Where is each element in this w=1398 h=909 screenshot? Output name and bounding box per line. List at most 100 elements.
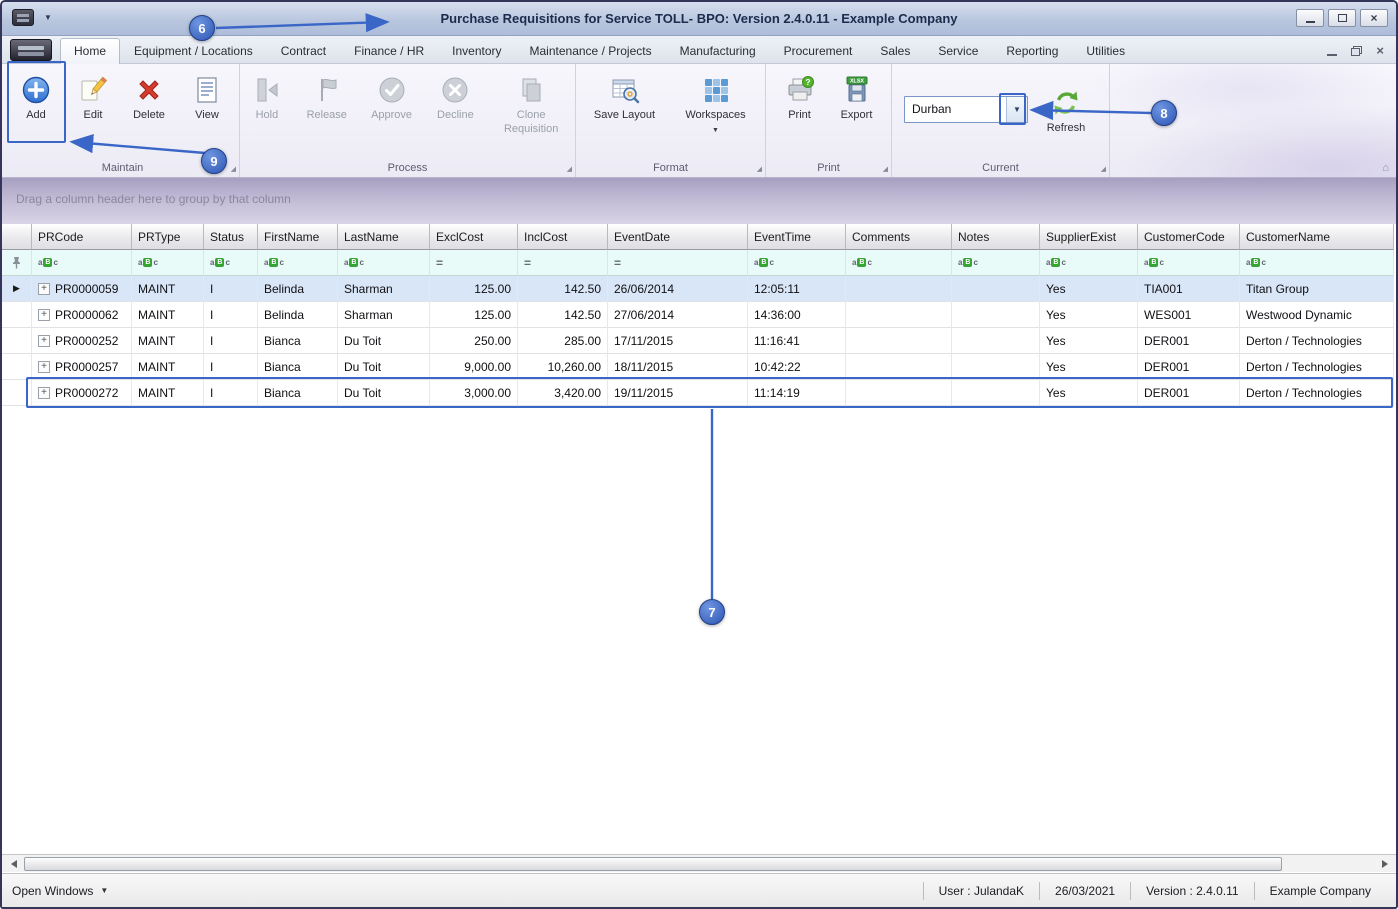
column-header-eventtime[interactable]: EventTime (748, 224, 846, 250)
column-header-eventdate[interactable]: EventDate (608, 224, 748, 250)
print-button[interactable]: ? Print (774, 71, 826, 123)
tab-service[interactable]: Service (924, 37, 992, 63)
scroll-left-button[interactable] (4, 856, 22, 872)
maximize-button[interactable] (1328, 9, 1356, 27)
close-button[interactable]: × (1360, 9, 1388, 27)
filter-cell-status[interactable]: aBc (204, 250, 258, 276)
add-button[interactable]: Add (8, 71, 64, 123)
status-version: Version : 2.4.0.11 (1130, 881, 1254, 900)
export-button[interactable]: XLSX Export (830, 71, 884, 123)
ribbon: Add Edit Delete View Maintain ◢ Hold Rel… (2, 64, 1396, 178)
column-header-customername[interactable]: CustomerName (1240, 224, 1394, 250)
filter-cell-comments[interactable]: aBc (846, 250, 952, 276)
filter-cell-eventdate[interactable]: = (608, 250, 748, 276)
add-icon (20, 74, 52, 106)
horizontal-scrollbar[interactable] (2, 854, 1396, 872)
filter-cell-customername[interactable]: aBc (1240, 250, 1394, 276)
release-button[interactable]: Release (298, 71, 356, 123)
table-row[interactable]: + PR0000257 MAINT I Bianca Du Toit 9,000.00 10,… (2, 354, 1394, 380)
delete-button[interactable]: Delete (122, 71, 176, 123)
expand-icon[interactable]: + (38, 386, 50, 399)
filter-cell-exclcost[interactable]: = (430, 250, 518, 276)
tab-equipment-locations[interactable]: Equipment / Locations (120, 37, 267, 63)
hold-button[interactable]: Hold (242, 71, 292, 123)
cell-inclcost: 142.50 (518, 302, 608, 328)
tab-sales[interactable]: Sales (866, 37, 924, 63)
print-dialog-launcher-icon[interactable]: ◢ (883, 166, 888, 173)
filter-cell-supplierexist[interactable]: aBc (1040, 250, 1138, 276)
filter-cell-firstname[interactable]: aBc (258, 250, 338, 276)
table-row[interactable]: + PR0000062 MAINT I Belinda Sharman 125.00 142.… (2, 302, 1394, 328)
tab-finance-hr[interactable]: Finance / HR (340, 37, 438, 63)
filter-row-indicator-cell[interactable] (2, 250, 32, 276)
column-header-notes[interactable]: Notes (952, 224, 1040, 250)
clone-requisition-button[interactable]: Clone Requisition (489, 71, 573, 137)
column-header-exclcost[interactable]: ExclCost (430, 224, 518, 250)
expand-icon[interactable]: + (38, 282, 50, 295)
tab-procurement[interactable]: Procurement (770, 37, 867, 63)
process-dialog-launcher-icon[interactable]: ◢ (567, 166, 572, 173)
open-windows-button[interactable]: Open Windows ▼ (12, 884, 108, 898)
minimize-button[interactable] (1296, 9, 1324, 27)
collapse-ribbon-icon[interactable]: ⌂ (1382, 162, 1389, 174)
approve-button[interactable]: Approve (362, 71, 422, 123)
scrollbar-thumb[interactable] (24, 856, 1282, 871)
tab-reporting[interactable]: Reporting (992, 37, 1072, 63)
save-layout-button[interactable]: Save Layout (582, 71, 668, 123)
cell-status: I (204, 302, 258, 328)
column-header-comments[interactable]: Comments (846, 224, 952, 250)
filter-cell-prcode[interactable]: aBc (32, 250, 132, 276)
maintain-dialog-launcher-icon[interactable]: ◢ (231, 166, 236, 173)
mdi-restore-icon[interactable] (1351, 45, 1363, 56)
column-header-prcode[interactable]: PRCode (32, 224, 132, 250)
tab-maintenance-projects[interactable]: Maintenance / Projects (516, 37, 666, 63)
filter-cell-prtype[interactable]: aBc (132, 250, 204, 276)
column-header-lastname[interactable]: LastName (338, 224, 430, 250)
filter-cell-notes[interactable]: aBc (952, 250, 1040, 276)
filter-cell-inclcost[interactable]: = (518, 250, 608, 276)
application-menu-button[interactable] (10, 39, 52, 61)
filter-cell-eventtime[interactable]: aBc (748, 250, 846, 276)
site-combobox-dropdown-button[interactable]: ▼ (1006, 97, 1027, 122)
view-button[interactable]: View (180, 71, 234, 123)
column-header-prtype[interactable]: PRType (132, 224, 204, 250)
filter-cell-lastname[interactable]: aBc (338, 250, 430, 276)
site-combobox[interactable]: Durban ▼ (904, 96, 1028, 123)
svg-text:XLSX: XLSX (849, 79, 863, 85)
refresh-button[interactable]: Refresh (1038, 84, 1094, 136)
tab-inventory[interactable]: Inventory (438, 37, 515, 63)
expand-icon[interactable]: + (38, 308, 50, 321)
expand-icon[interactable]: + (38, 334, 50, 347)
table-row[interactable]: + PR0000272 MAINT I Bianca Du Toit 3,000.00 3,4… (2, 380, 1394, 406)
group-by-band[interactable]: Drag a column header here to group by th… (2, 178, 1396, 224)
workspaces-button[interactable]: Workspaces ▼ (672, 71, 760, 136)
tab-manufacturing[interactable]: Manufacturing (666, 37, 770, 63)
table-row[interactable]: ▶ + PR0000059 MAINT I Belinda Sharman 125.00 142… (2, 276, 1394, 302)
cell-value: 11:14:19 (754, 385, 800, 400)
cell-value: Du Toit (344, 333, 382, 348)
expand-icon[interactable]: + (38, 360, 50, 373)
column-header-status[interactable]: Status (204, 224, 258, 250)
cell-value: Derton / Technologies (1246, 385, 1362, 400)
scroll-right-button[interactable] (1376, 856, 1394, 872)
table-row[interactable]: + PR0000252 MAINT I Bianca Du Toit 250.00 285.0… (2, 328, 1394, 354)
decline-button[interactable]: Decline (427, 71, 483, 123)
mdi-close-icon[interactable]: × (1376, 44, 1384, 57)
cell-eventtime: 10:42:22 (748, 354, 846, 380)
tab-utilities[interactable]: Utilities (1072, 37, 1139, 63)
column-header-inclcost[interactable]: InclCost (518, 224, 608, 250)
current-dialog-launcher-icon[interactable]: ◢ (1101, 166, 1106, 173)
mdi-minimize-icon[interactable] (1327, 53, 1338, 56)
tab-contract[interactable]: Contract (267, 37, 340, 63)
cell-comments (846, 328, 952, 354)
column-header-customercode[interactable]: CustomerCode (1138, 224, 1240, 250)
view-button-label: View (195, 109, 219, 121)
ribbon-group-current-label: Current (982, 162, 1019, 174)
column-header-firstname[interactable]: FirstName (258, 224, 338, 250)
cell-value: Belinda (264, 281, 305, 296)
column-header-supplierexist[interactable]: SupplierExist (1040, 224, 1138, 250)
filter-cell-customercode[interactable]: aBc (1138, 250, 1240, 276)
tab-home[interactable]: Home (60, 38, 121, 64)
format-dialog-launcher-icon[interactable]: ◢ (757, 166, 762, 173)
edit-button[interactable]: Edit (68, 71, 118, 123)
